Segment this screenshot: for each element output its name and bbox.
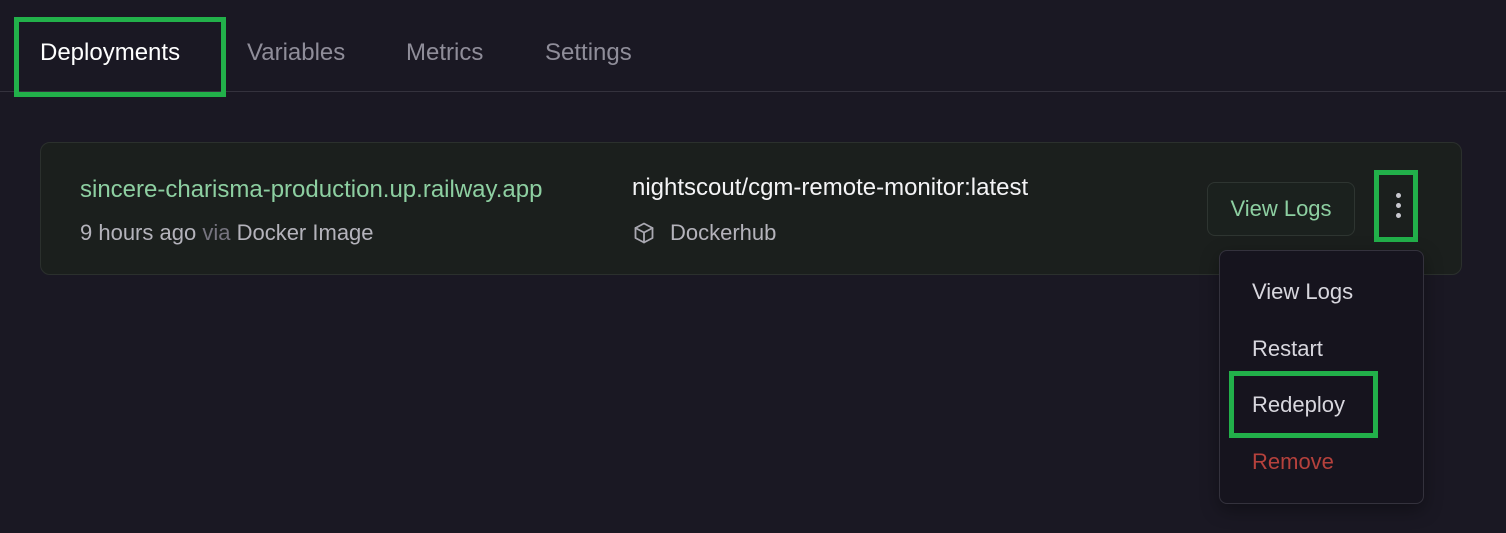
menu-item-redeploy[interactable]: Redeploy (1252, 391, 1345, 419)
registry-label: Dockerhub (670, 220, 777, 245)
docker-image-name: nightscout/cgm-remote-monitor:latest (632, 174, 1029, 201)
deployment-actions-menu: View Logs Restart Redeploy Remove (1219, 250, 1424, 504)
menu-item-restart[interactable]: Restart (1252, 335, 1323, 363)
cube-icon (634, 222, 654, 244)
deployment-source: Docker Image (236, 220, 374, 245)
more-options-button[interactable] (1378, 172, 1418, 239)
more-vertical-icon-dot (1396, 203, 1401, 208)
tab-settings[interactable]: Settings (545, 38, 632, 68)
menu-item-remove[interactable]: Remove (1252, 448, 1334, 476)
view-logs-button[interactable]: View Logs (1207, 182, 1355, 236)
more-vertical-icon (1396, 193, 1401, 198)
tab-bar: Deployments Variables Metrics Settings (0, 0, 1506, 92)
menu-item-view-logs[interactable]: View Logs (1252, 278, 1353, 306)
via-label: via (202, 220, 231, 245)
more-vertical-icon-dot (1396, 213, 1401, 218)
deployment-domain-link[interactable]: sincere-charisma-production.up.railway.a… (80, 175, 596, 205)
deployment-meta: 9 hours ago via Docker Image (80, 219, 374, 247)
tab-metrics[interactable]: Metrics (406, 38, 483, 68)
tab-variables[interactable]: Variables (247, 38, 345, 68)
tab-deployments[interactable]: Deployments (40, 38, 180, 68)
deployment-time: 9 hours ago (80, 220, 197, 245)
